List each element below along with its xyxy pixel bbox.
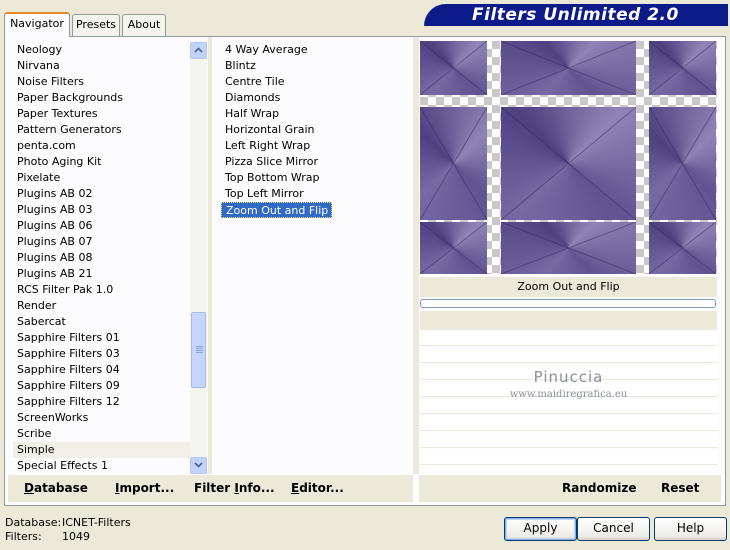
- category-item[interactable]: Plugins AB 08: [13, 250, 190, 266]
- pane-divider: [208, 37, 212, 474]
- parameter-row: [420, 348, 717, 363]
- progress-bar: [420, 299, 716, 308]
- parameter-row: [420, 433, 717, 448]
- preview-tile: [501, 107, 636, 220]
- watermark-name: Pinuccia: [533, 368, 604, 386]
- parameter-row: [420, 331, 717, 346]
- filter-item[interactable]: Horizontal Grain: [221, 122, 411, 138]
- filters-count-value: 1049: [62, 530, 90, 543]
- chevron-up-icon: [194, 47, 203, 53]
- database-label: Database:: [5, 516, 62, 529]
- filter-item[interactable]: Zoom Out and Flip: [221, 202, 333, 218]
- filter-info-button[interactable]: Filter Info...: [194, 481, 275, 495]
- editor-button[interactable]: Editor...: [291, 481, 344, 495]
- filter-item[interactable]: Top Left Mirror: [221, 186, 411, 202]
- category-item[interactable]: Paper Backgrounds: [13, 90, 190, 106]
- scroll-down-button[interactable]: [190, 457, 207, 474]
- parameter-row: [420, 399, 717, 414]
- category-item[interactable]: Sapphire Filters 01: [13, 330, 190, 346]
- scroll-up-button[interactable]: [190, 42, 207, 59]
- category-item[interactable]: Plugins AB 07: [13, 234, 190, 250]
- tab-about[interactable]: About: [122, 14, 166, 36]
- app-title: Filters Unlimited 2.0: [472, 5, 679, 25]
- preview-tile: [649, 222, 716, 274]
- database-button[interactable]: Database: [24, 481, 88, 495]
- filter-item[interactable]: Left Right Wrap: [221, 138, 411, 154]
- pane-divider: [413, 37, 419, 474]
- category-list: Neology Nirvana Noise Filters Paper Backgro…: [13, 42, 190, 474]
- filter-list: 4 Way Average Blintz Centre Tile Diamonds Ha…: [221, 42, 411, 218]
- category-item[interactable]: Sabercat: [13, 314, 190, 330]
- filter-item[interactable]: Centre Tile: [221, 74, 411, 90]
- randomize-button[interactable]: Randomize: [562, 481, 636, 495]
- import-button[interactable]: Import...: [115, 481, 174, 495]
- filter-item[interactable]: Half Wrap: [221, 106, 411, 122]
- filter-preview: [420, 41, 717, 274]
- category-item[interactable]: Sapphire Filters 09: [13, 378, 190, 394]
- filter-item[interactable]: Pizza Slice Mirror: [221, 154, 411, 170]
- category-item[interactable]: Plugins AB 03: [13, 202, 190, 218]
- preview-tile: [420, 41, 487, 95]
- category-item[interactable]: Nirvana: [13, 58, 190, 74]
- filter-item[interactable]: Blintz: [221, 58, 411, 74]
- filter-item[interactable]: Top Bottom Wrap: [221, 170, 411, 186]
- preview-caption: Zoom Out and Flip: [420, 277, 717, 297]
- category-item[interactable]: Special Effects 1: [13, 458, 190, 474]
- tab-navigator[interactable]: Navigator: [4, 12, 70, 37]
- database-value: ICNET-Filters: [62, 516, 131, 529]
- category-item[interactable]: Scribe: [13, 426, 190, 442]
- category-item[interactable]: Sapphire Filters 04: [13, 362, 190, 378]
- preview-tile: [501, 41, 636, 95]
- filter-item[interactable]: 4 Way Average: [221, 42, 411, 58]
- tab-presets[interactable]: Presets: [72, 14, 120, 36]
- preview-tile: [420, 107, 487, 220]
- chevron-down-icon: [194, 462, 203, 468]
- category-item[interactable]: Photo Aging Kit: [13, 154, 190, 170]
- preview-tile: [501, 222, 636, 274]
- category-item[interactable]: RCS Filter Pak 1.0: [13, 282, 190, 298]
- category-scrollbar[interactable]: [190, 42, 207, 474]
- preview-tile: [649, 107, 716, 220]
- filter-item[interactable]: Diamonds: [221, 90, 411, 106]
- category-item[interactable]: Sapphire Filters 12: [13, 394, 190, 410]
- help-button[interactable]: Help: [654, 517, 727, 541]
- category-item[interactable]: Plugins AB 06: [13, 218, 190, 234]
- category-item[interactable]: penta.com: [13, 138, 190, 154]
- parameter-row: [420, 450, 717, 465]
- preview-tile: [649, 41, 716, 95]
- category-item[interactable]: ScreenWorks: [13, 410, 190, 426]
- parameter-header: [420, 311, 717, 330]
- category-item[interactable]: Paper Textures: [13, 106, 190, 122]
- category-item[interactable]: Simple: [13, 442, 190, 458]
- category-item[interactable]: Noise Filters: [13, 74, 190, 90]
- filters-count-label: Filters:: [5, 530, 42, 543]
- category-item[interactable]: Sapphire Filters 03: [13, 346, 190, 362]
- apply-button[interactable]: Apply: [504, 517, 577, 541]
- parameter-row: [420, 416, 717, 431]
- cancel-button[interactable]: Cancel: [577, 517, 650, 541]
- watermark-site: www.maidiregrafica.eu: [509, 389, 628, 400]
- category-item[interactable]: Pixelate: [13, 170, 190, 186]
- category-item[interactable]: Plugins AB 21: [13, 266, 190, 282]
- scroll-thumb[interactable]: [191, 312, 206, 388]
- category-item[interactable]: Neology: [13, 42, 190, 58]
- preview-tile: [420, 222, 487, 274]
- category-item[interactable]: Render: [13, 298, 190, 314]
- reset-button[interactable]: Reset: [661, 481, 699, 495]
- category-item[interactable]: Plugins AB 02: [13, 186, 190, 202]
- category-item[interactable]: Pattern Generators: [13, 122, 190, 138]
